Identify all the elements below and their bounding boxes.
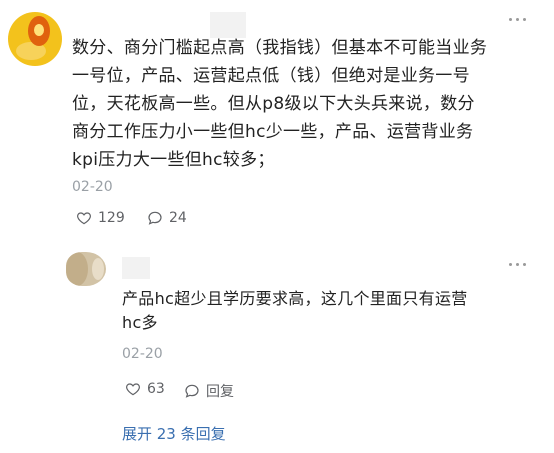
comment-bubble-icon: [148, 211, 162, 225]
comment-button[interactable]: 24: [147, 210, 187, 226]
more-dots-icon[interactable]: [509, 17, 527, 23]
reply-text: 产品hc超少且学历要求高，这几个里面只有运营 hc多: [122, 289, 468, 332]
reply-like-count: 63: [147, 381, 165, 397]
commenter-avatar[interactable]: [8, 12, 62, 66]
replier-avatar[interactable]: [66, 252, 106, 286]
reply-date: 02-20: [122, 346, 163, 362]
heart-icon: [77, 212, 91, 225]
like-count: 129: [98, 210, 125, 226]
reply-button[interactable]: 回复: [184, 381, 234, 401]
reply-like-button[interactable]: 63: [125, 381, 165, 397]
expand-replies-link[interactable]: 展开 23 条回复: [122, 423, 226, 444]
comment-count: 24: [169, 210, 187, 226]
comment-text: 数分、商分门槛起点高（我指钱）但基本不可能当业务 一号位，产品、运营起点低（钱）…: [72, 38, 488, 170]
comment-bubble-icon: [185, 384, 199, 398]
heart-icon: [126, 383, 140, 396]
replier-name-redacted: [122, 257, 150, 279]
reply-label: 回复: [206, 384, 234, 400]
reply-more-dots-icon[interactable]: [509, 262, 527, 268]
comment-date: 02-20: [72, 179, 113, 195]
like-button[interactable]: 129: [76, 210, 125, 226]
